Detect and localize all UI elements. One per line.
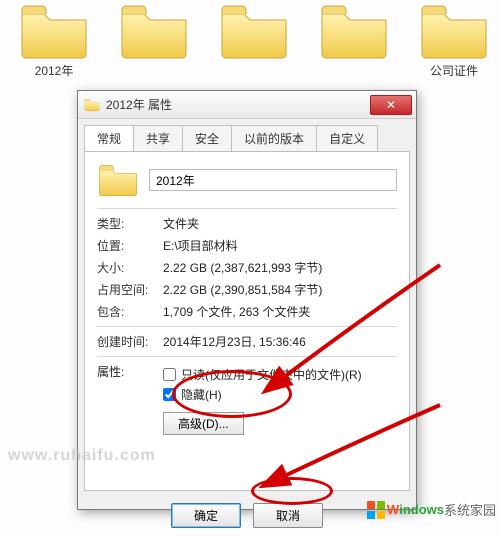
value-size: 2.22 GB (2,387,621,993 字节)	[163, 259, 397, 276]
hidden-row[interactable]: 隐藏(H)	[163, 386, 397, 403]
hidden-checkbox[interactable]	[163, 388, 176, 401]
folder-icon	[97, 162, 139, 198]
value-location: E:\项目部材料	[163, 237, 397, 254]
readonly-row[interactable]: 只读(仅应用于文件夹中的文件)(R)	[163, 366, 397, 383]
tab-customize[interactable]: 自定义	[316, 125, 378, 151]
tab-security[interactable]: 安全	[182, 125, 232, 151]
folder-icon	[318, 2, 390, 60]
folder-icon	[84, 98, 100, 112]
label-size: 大小:	[97, 259, 163, 276]
separator	[97, 356, 397, 357]
folder-icon	[18, 2, 90, 60]
label-location: 位置:	[97, 237, 163, 254]
tab-previous-versions[interactable]: 以前的版本	[231, 125, 317, 151]
ok-button[interactable]: 确定	[171, 503, 241, 528]
titlebar[interactable]: 2012年 属性 ✕	[78, 91, 416, 119]
advanced-button[interactable]: 高级(D)...	[163, 412, 244, 435]
windows-logo-icon	[367, 501, 385, 519]
label-type: 类型:	[97, 215, 163, 232]
folder-icon	[118, 2, 190, 60]
close-button[interactable]: ✕	[370, 95, 412, 115]
watermark: www.ruhaifu.com	[8, 447, 156, 465]
label-attributes: 属性:	[97, 363, 163, 435]
value-contains: 1,709 个文件, 263 个文件夹	[163, 303, 397, 320]
folder-icon	[418, 2, 490, 60]
hidden-label: 隐藏(H)	[181, 386, 222, 403]
readonly-checkbox[interactable]	[163, 368, 176, 381]
folder-name-input[interactable]	[149, 169, 397, 191]
cancel-button[interactable]: 取消	[253, 503, 323, 528]
value-type: 文件夹	[163, 215, 397, 232]
label-created: 创建时间:	[97, 333, 163, 350]
separator	[97, 208, 397, 209]
tab-general[interactable]: 常规	[84, 125, 134, 151]
readonly-label: 只读(仅应用于文件夹中的文件)(R)	[181, 366, 362, 383]
dialog-title: 2012年 属性	[106, 96, 172, 113]
desktop-folder[interactable]: 公司证件	[418, 2, 490, 118]
label-size-on-disk: 占用空间:	[97, 281, 163, 298]
general-pane: 类型:文件夹 位置:E:\项目部材料 大小:2.22 GB (2,387,621…	[84, 151, 410, 491]
value-size-on-disk: 2.22 GB (2,390,851,584 字节)	[163, 281, 397, 298]
value-created: 2014年12月23日, 15:36:46	[163, 333, 397, 350]
folder-label: 公司证件	[430, 62, 478, 79]
watermark-logo: Windows系统家园	[367, 500, 496, 519]
tab-sharing[interactable]: 共享	[133, 125, 183, 151]
tab-strip: 常规 共享 安全 以前的版本 自定义	[84, 125, 410, 151]
folder-icon	[218, 2, 290, 60]
folder-label: 2012年	[35, 62, 74, 79]
label-contains: 包含:	[97, 303, 163, 320]
dialog-button-bar: 确定 取消	[78, 497, 416, 536]
separator	[97, 326, 397, 327]
close-icon: ✕	[386, 98, 396, 112]
